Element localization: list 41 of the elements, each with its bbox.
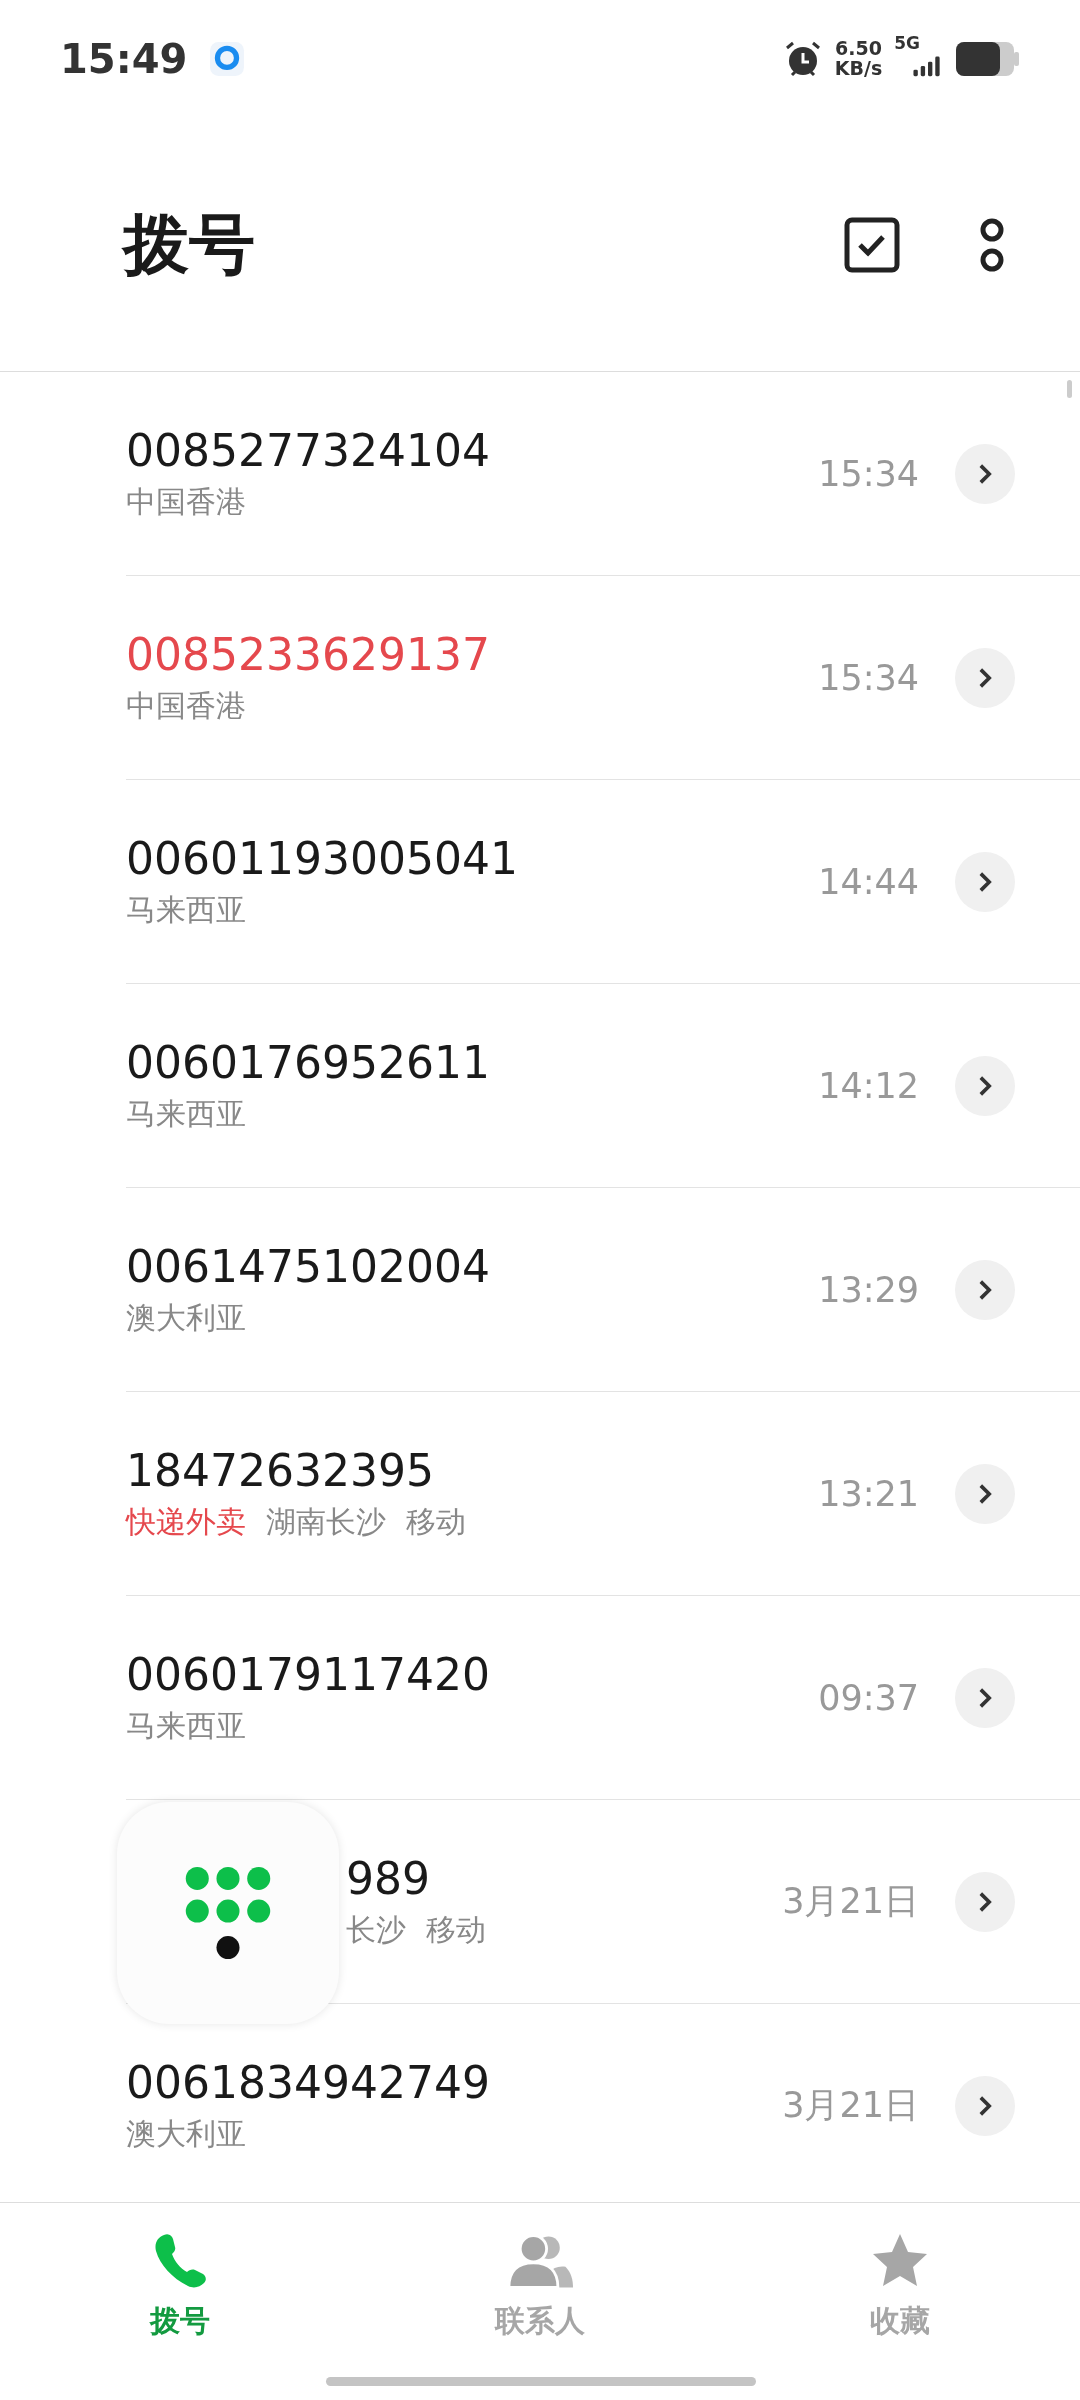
- call-location: 中国香港: [126, 482, 246, 521]
- call-time: 15:34: [818, 453, 919, 494]
- nav-tab[interactable]: 拨号: [0, 2203, 360, 2370]
- status-time: 15:49: [60, 36, 188, 82]
- call-time: 3月21日: [782, 1880, 919, 1923]
- call-location: 马来西亚: [126, 1094, 246, 1133]
- phone-number: 18472632395: [126, 1444, 435, 1496]
- page-title: 拨号: [123, 204, 255, 285]
- call-location: 马来西亚: [126, 1706, 246, 1745]
- network-type: 5G: [894, 33, 920, 53]
- call-location: 澳大利亚: [126, 2114, 246, 2153]
- speed-unit: KB/s: [834, 59, 883, 79]
- phone-number: 0060179117420: [126, 1648, 491, 1700]
- phone-number: 0061834942749: [126, 2056, 491, 2108]
- call-location: 马来西亚: [126, 890, 246, 929]
- call-time: 13:29: [818, 1269, 919, 1310]
- browser-app-icon: [209, 41, 246, 77]
- call-location: 澳大利亚: [126, 1298, 246, 1337]
- call-time: 13:21: [818, 1473, 919, 1514]
- call-time: 14:44: [818, 861, 919, 902]
- call-location: 移动: [426, 1910, 486, 1949]
- call-location: 湖南长沙: [266, 1502, 386, 1541]
- call-time: 3月21日: [782, 2084, 919, 2127]
- scroll-bar: [1067, 380, 1072, 398]
- phone-number: 989: [346, 1852, 431, 1904]
- call-time: 09:37: [818, 1677, 919, 1718]
- phone-number: 0061475102004: [126, 1240, 491, 1292]
- phone-number: 00601193005041: [126, 832, 519, 884]
- battery-icon: [956, 42, 1020, 76]
- nav-tab[interactable]: 收藏: [720, 2203, 1080, 2370]
- call-time: 15:34: [818, 657, 919, 698]
- call-location: 中国香港: [126, 686, 246, 725]
- call-location: 移动: [406, 1502, 466, 1541]
- phone-number: 0085277324104: [126, 424, 491, 476]
- phone-number: 0060176952611: [126, 1036, 491, 1088]
- nav-tab[interactable]: 联系人: [360, 2203, 720, 2370]
- call-location: 快递外卖: [126, 1502, 246, 1541]
- call-time: 14:12: [818, 1065, 919, 1106]
- phone-number: 0085233629137: [126, 628, 491, 680]
- speed-value: 6.50: [835, 39, 882, 59]
- call-location: 长沙: [346, 1910, 406, 1949]
